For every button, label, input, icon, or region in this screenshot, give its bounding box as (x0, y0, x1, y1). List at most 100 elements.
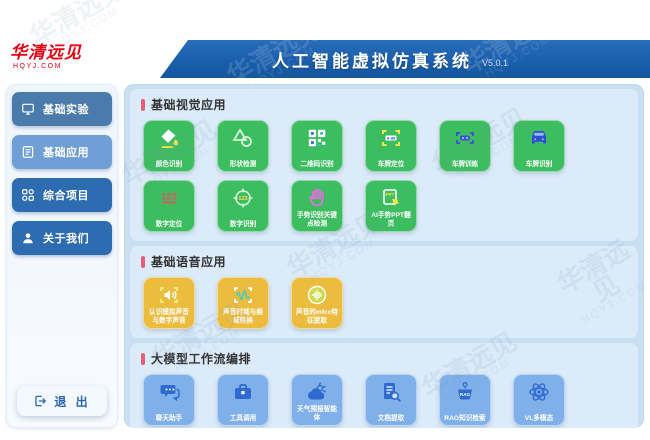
header: 华清远见 HQYJ.COM 人工智能虚拟仿真系统 V5.0.1 (0, 40, 650, 78)
logo-title: 华清远见 (10, 43, 188, 63)
speaker-icon (157, 282, 181, 308)
svg-text:PPT: PPT (386, 192, 395, 197)
app-tile[interactable]: 颜色识别 (143, 120, 195, 172)
app-tile[interactable]: 工具调用 (217, 374, 269, 426)
app-tile[interactable]: 车牌识别 (513, 120, 565, 172)
sidebar-menu: 基础实验基础应用综合项目关于我们 (12, 92, 112, 255)
ppt-icon: PPT (379, 185, 403, 211)
svg-text:123: 123 (161, 192, 177, 203)
section-title: 基础视觉应用 (151, 96, 226, 113)
hand-icon (305, 185, 329, 211)
section-accent-bar (141, 353, 145, 365)
app-tile-label: 聊天助手 (146, 414, 192, 423)
app-tile[interactable]: 天气预报智能体 (291, 374, 343, 426)
exit-button-label: 退 出 (54, 393, 90, 410)
atom-icon (527, 379, 551, 405)
app-tile[interactable]: 聊天助手 (143, 374, 195, 426)
exit-button[interactable]: 退 出 (17, 386, 107, 416)
clipboard-icon (21, 145, 35, 159)
logo-subtitle: HQYJ.COM (10, 63, 188, 71)
waveform-icon (231, 282, 255, 308)
sidebar-item-label: 综合项目 (43, 187, 89, 203)
sidebar-item-basic-apps[interactable]: 基础应用 (12, 135, 112, 169)
app-tile-label: 车牌定位 (368, 160, 414, 169)
tile-grid: 颜色识别 形状检测 二维码识别 A·88 车牌定位 车牌训练 车牌识别 123 数字定位 123 数… (141, 120, 627, 232)
section-title: 大模型工作流编排 (151, 350, 251, 367)
app-tile-label: 形状检测 (220, 160, 266, 169)
plate-train-icon (453, 125, 477, 151)
target-numbers-icon: 123 (231, 185, 255, 211)
main-content: 基础视觉应用颜色识别 形状检测 二维码识别 A·88 车牌定位 车牌训练 车牌识别 123 数字… (124, 84, 644, 428)
version-label: V5.0.1 (482, 58, 508, 68)
app-tile-label: AI手势PPT翻页 (368, 211, 414, 228)
doc-search-icon (379, 379, 403, 405)
monitor-icon (21, 102, 35, 116)
section-header: 基础语音应用 (141, 253, 627, 270)
svg-text:123: 123 (238, 196, 247, 202)
section-header: 大模型工作流编排 (141, 350, 627, 367)
app-tile-label: 车牌训练 (442, 160, 488, 169)
header-title-wrap: 人工智能虚拟仿真系统 V5.0.1 (130, 40, 650, 78)
app-tile[interactable]: A·88 车牌定位 (365, 120, 417, 172)
app-tile[interactable]: VL多模态 (513, 374, 565, 426)
section-panel: 基础语音应用认识模拟声音与数字声音声音时域与频域转换 声音的mfcc特征提取 (130, 246, 638, 338)
svg-text:A·88: A·88 (387, 136, 396, 141)
numbers-icon: 123 (157, 185, 181, 211)
grid-icon (21, 188, 35, 202)
app-tile-label: 手势识别关键点检测 (294, 211, 340, 228)
rag-box-icon: RAG (453, 379, 477, 405)
section-title: 基础语音应用 (151, 253, 226, 270)
section-panel: 大模型工作流编排聊天助手 工具调用 天气预报智能体文档提取 RAG RAG知识检索 VL多… (130, 343, 638, 428)
app-tile[interactable]: 123 数字定位 (143, 180, 195, 232)
user-icon (21, 231, 35, 245)
toolbox-icon (231, 379, 255, 405)
section-header: 基础视觉应用 (141, 96, 627, 113)
app-tile[interactable]: 认识模拟声音与数字声音 (143, 277, 195, 329)
app-tile-label: RAG知识检索 (442, 414, 488, 423)
app-tile-label: 车牌识别 (516, 160, 562, 169)
app-tile[interactable]: 声音时域与频域转换 (217, 277, 269, 329)
app-tile-label: 文档提取 (368, 414, 414, 423)
sidebar-item-label: 基础应用 (43, 144, 89, 160)
app-tile[interactable]: 车牌训练 (439, 120, 491, 172)
app-tile-label: 二维码识别 (294, 160, 340, 169)
app-tile[interactable]: 手势识别关键点检测 (291, 180, 343, 232)
qr-code-icon (306, 125, 328, 151)
app-tile[interactable]: 二维码识别 (291, 120, 343, 172)
app-tile-label: 声音的mfcc特征提取 (294, 308, 340, 325)
sidebar-item-integrated-projects[interactable]: 综合项目 (12, 178, 112, 212)
chat-icon (157, 379, 181, 405)
shapes-icon (231, 125, 255, 151)
body-row: 基础实验基础应用综合项目关于我们 退 出 基础视觉应用颜色识别 形状检测 二维码识别… (0, 78, 650, 428)
plate-locate-icon: A·88 (379, 125, 403, 151)
section-accent-bar (141, 256, 145, 268)
sidebar: 基础实验基础应用综合项目关于我们 退 出 (6, 84, 118, 428)
paint-bucket-icon (157, 125, 181, 151)
tile-grid: 聊天助手工具调用天气预报智能体文档提取RAGRAG知识检索VL多模态自定义 (141, 374, 627, 428)
section-accent-bar (141, 99, 145, 111)
app-tile[interactable]: 文档提取 (365, 374, 417, 426)
app-tile[interactable]: 123 数字识别 (217, 180, 269, 232)
app-tile[interactable]: 声音的mfcc特征提取 (291, 277, 343, 329)
app-tile-label: VL多模态 (516, 414, 562, 423)
app-tile-label: 颜色识别 (146, 160, 192, 169)
app-window: 华清远见 HQYJ.COM 人工智能虚拟仿真系统 V5.0.1 基础实验基础应用… (0, 40, 650, 428)
tile-grid: 认识模拟声音与数字声音声音时域与频域转换 声音的mfcc特征提取 (141, 277, 627, 329)
app-tile[interactable]: 形状检测 (217, 120, 269, 172)
section-panel: 基础视觉应用颜色识别 形状检测 二维码识别 A·88 车牌定位 车牌训练 车牌识别 123 数字… (130, 89, 638, 241)
sidebar-item-basic-experiments[interactable]: 基础实验 (12, 92, 112, 126)
app-tile-label: 天气预报智能体 (294, 405, 340, 422)
logo: 华清远见 HQYJ.COM (0, 40, 188, 78)
app-tile-label: 工具调用 (220, 414, 266, 423)
svg-text:RAG: RAG (460, 392, 471, 397)
sound-circle-icon (305, 282, 329, 308)
app-tile[interactable]: PPT AI手势PPT翻页 (365, 180, 417, 232)
app-tile[interactable]: RAG RAG知识检索 (439, 374, 491, 426)
app-tile-label: 数字识别 (220, 220, 266, 229)
car-icon (527, 125, 551, 151)
logout-icon (33, 394, 47, 408)
app-tile-label: 声音时域与频域转换 (220, 308, 266, 325)
sidebar-item-about-us[interactable]: 关于我们 (12, 221, 112, 255)
app-tile-label: 数字定位 (146, 220, 192, 229)
sidebar-item-label: 关于我们 (43, 230, 89, 246)
